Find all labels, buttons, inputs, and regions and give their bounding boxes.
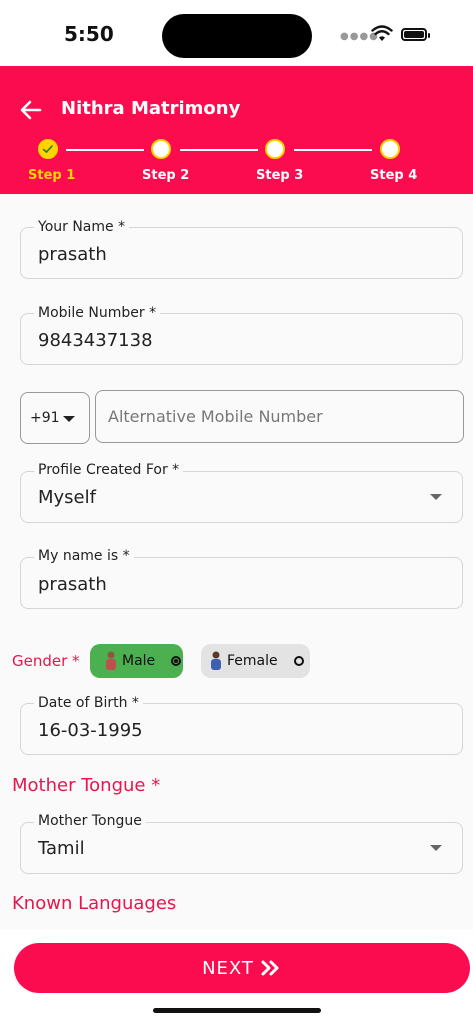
mother-tongue-value: Tamil: [38, 838, 85, 859]
step-connector: [66, 149, 144, 151]
dynamic-island: [162, 14, 312, 58]
female-radio[interactable]: [293, 656, 304, 666]
profile-created-for-label: Profile Created For *: [34, 462, 184, 478]
step-connector: [180, 149, 258, 151]
step-2-indicator: [151, 139, 171, 159]
your-name-value: prasath: [38, 244, 107, 265]
chevron-down-icon: [430, 845, 442, 851]
gender-male-label: Male: [122, 653, 156, 669]
next-button-label: NEXT: [202, 957, 254, 979]
back-arrow-icon[interactable]: [18, 97, 44, 123]
home-indicator: [153, 1008, 321, 1013]
step-1-indicator: [38, 139, 58, 159]
step-1-label: Step 1: [28, 168, 76, 183]
wifi-icon: [371, 25, 393, 41]
mother-tongue-label: Mother Tongue: [34, 813, 146, 829]
step-4-label: Step 4: [370, 168, 418, 183]
double-chevron-right-icon: [261, 960, 279, 976]
chevron-down-icon: [63, 416, 75, 422]
date-of-birth-label: Date of Birth *: [34, 695, 143, 711]
female-person-icon: [211, 651, 221, 670]
my-name-value: prasath: [38, 574, 107, 595]
my-name-label: My name is *: [34, 548, 134, 564]
next-button[interactable]: NEXT: [14, 943, 470, 993]
step-3-indicator: [265, 139, 285, 159]
date-of-birth-value: 16-03-1995: [38, 720, 143, 741]
mobile-number-label: Mobile Number *: [34, 305, 161, 321]
chevron-down-icon: [430, 494, 442, 500]
check-icon: [42, 145, 53, 154]
status-time: 5:50: [64, 22, 114, 46]
mother-tongue-select[interactable]: [20, 822, 463, 874]
step-connector: [294, 149, 372, 151]
gender-label: Gender *: [12, 652, 80, 670]
page-title: Nithra Matrimony: [61, 98, 241, 119]
battery-icon: [401, 28, 430, 41]
country-code-value: +91: [30, 410, 60, 426]
your-name-label: Your Name *: [34, 219, 130, 235]
mother-tongue-section-title: Mother Tongue *: [12, 775, 161, 796]
step-2-label: Step 2: [142, 168, 190, 183]
profile-created-for-value: Myself: [38, 487, 96, 508]
mobile-number-value: 9843437138: [38, 330, 153, 351]
gender-female-option[interactable]: Female: [201, 644, 310, 678]
step-4-indicator: [380, 139, 400, 159]
alternative-mobile-placeholder: Alternative Mobile Number: [108, 407, 323, 426]
male-person-icon: [106, 651, 116, 670]
known-languages-section-title: Known Languages: [12, 893, 177, 914]
male-radio[interactable]: [171, 656, 182, 666]
gender-female-label: Female: [227, 653, 278, 669]
step-3-label: Step 3: [256, 168, 304, 183]
gender-male-option[interactable]: Male: [90, 644, 183, 678]
